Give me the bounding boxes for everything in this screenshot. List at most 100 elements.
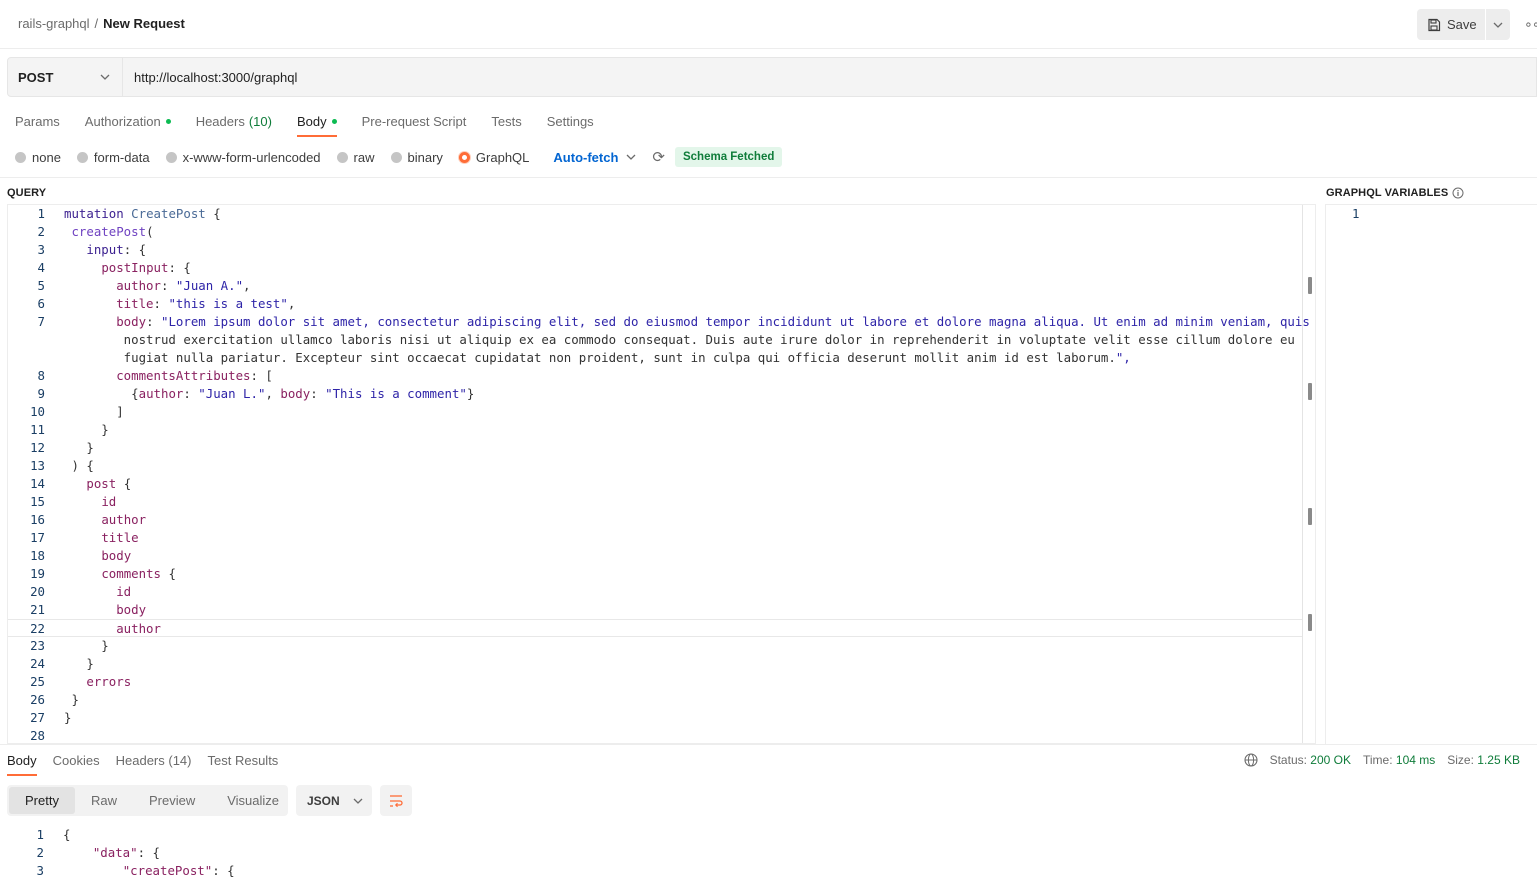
size-value: 1.25 KB — [1477, 753, 1520, 767]
code-line: fugiat nulla pariatur. Excepteur sint oc… — [8, 349, 1303, 367]
view-preview-button[interactable]: Preview — [133, 787, 211, 814]
code-text: author — [101, 512, 147, 527]
radio-binary[interactable]: binary — [390, 150, 443, 165]
breadcrumb-separator: / — [94, 16, 99, 31]
line-number: 17 — [30, 530, 45, 545]
query-editor[interactable]: 1 mutation CreatePost {2 createPost(3 inp… — [7, 204, 1316, 744]
editor-scrollbar[interactable] — [1302, 205, 1315, 743]
status-value: 200 OK — [1310, 753, 1351, 767]
response-tab-body[interactable]: Body — [7, 753, 37, 776]
request-name[interactable]: New Request — [103, 16, 185, 31]
info-icon[interactable] — [1452, 187, 1464, 199]
scroll-marker — [1308, 383, 1312, 400]
save-options-button[interactable] — [1486, 9, 1510, 40]
breadcrumb-collection[interactable]: rails-graphql — [18, 16, 90, 31]
tab-body[interactable]: Body — [296, 113, 337, 137]
response-tab-headers[interactable]: Headers (14) — [116, 753, 192, 768]
line-number: 23 — [30, 638, 45, 653]
code-text: ] — [64, 404, 124, 419]
radio-circle — [76, 151, 88, 163]
radio-none[interactable]: none — [15, 150, 61, 165]
time-value: 104 ms — [1395, 753, 1436, 767]
refresh-icon[interactable]: ⟳ — [652, 148, 665, 166]
view-pretty-button[interactable]: Pretty — [9, 787, 75, 814]
tab-label: Authorization — [84, 113, 161, 129]
globe-icon[interactable] — [1244, 753, 1258, 767]
status-info[interactable]: Status: 200 OK — [1270, 753, 1351, 767]
modified-dot — [165, 118, 171, 124]
more-options-icon[interactable]: ∘∘ — [1524, 16, 1537, 33]
code-line: 14 post { — [8, 475, 1303, 493]
tab-params[interactable]: Params — [15, 113, 60, 129]
code-line: 22 author — [8, 619, 1303, 637]
wrap-lines-button[interactable] — [380, 785, 412, 816]
code-line: 8 commentsAttributes: [ — [8, 367, 1303, 385]
scroll-marker — [1308, 277, 1312, 294]
format-select[interactable]: JSON — [296, 785, 372, 816]
url-bar: POST http://localhost:3000/graphql — [7, 57, 1537, 97]
code-text: } — [64, 440, 94, 455]
code-text: } — [64, 710, 72, 725]
code-text: } — [64, 692, 79, 707]
size-info[interactable]: Size: 1.25 KB — [1447, 753, 1520, 767]
code-line: 16 author — [8, 511, 1303, 529]
code-line: 25 errors — [8, 673, 1303, 691]
code-line: 5 author: "Juan A.", — [8, 277, 1303, 295]
tab-authorization[interactable]: Authorization — [85, 113, 171, 129]
response-tab-cookies[interactable]: Cookies — [53, 753, 100, 768]
autofetch-label: Auto-fetch — [553, 149, 619, 165]
radio-label: x-www-form-urlencoded — [182, 149, 321, 165]
view-visualize-button[interactable]: Visualize — [211, 787, 295, 814]
scroll-marker — [1308, 508, 1312, 525]
save-button[interactable]: Save — [1417, 9, 1485, 40]
line-number: 25 — [30, 674, 45, 689]
radio-x-www-form-urlencoded[interactable]: x-www-form-urlencoded — [165, 149, 321, 165]
view-raw-button[interactable]: Raw — [75, 787, 133, 814]
autofetch-dropdown[interactable]: Auto-fetch — [553, 150, 636, 165]
code-line: 26 } — [8, 691, 1303, 709]
radio-raw[interactable]: raw — [336, 150, 375, 165]
code-text: } — [64, 638, 109, 653]
tab-pre-request-script[interactable]: Pre-request Script — [362, 113, 467, 129]
code-text: { — [63, 827, 71, 842]
line-number: 20 — [30, 584, 45, 599]
line-number: 14 — [30, 476, 45, 491]
url-input[interactable]: http://localhost:3000/graphql — [123, 58, 297, 96]
tab-settings[interactable]: Settings — [547, 113, 594, 129]
variables-label: GRAPHQL VARIABLES — [1326, 187, 1449, 199]
radio-circle — [336, 151, 348, 163]
code-line: 10 ] — [8, 403, 1303, 421]
code-line: 1{ — [7, 826, 1302, 844]
line-number: 6 — [37, 296, 45, 311]
tab-label: Headers — [115, 753, 165, 768]
response-tab-test-results[interactable]: Test Results — [208, 753, 279, 768]
modified-dot — [331, 118, 337, 124]
variables-editor[interactable]: 1 — [1325, 204, 1537, 744]
chevron-down-icon — [353, 798, 363, 804]
response-body[interactable]: 1{2 "data": {3 "createPost": { — [7, 826, 1537, 881]
line-number: 22 — [30, 621, 45, 636]
time-info[interactable]: Time: 104 ms — [1363, 753, 1435, 767]
tab-tests[interactable]: Tests — [491, 113, 521, 129]
code-text: "createPost": { — [122, 863, 235, 878]
tab-label: Params — [15, 113, 60, 129]
radio-label: none — [32, 149, 61, 165]
code-text: postInput: { — [101, 260, 191, 275]
code-line: 19 comments { — [8, 565, 1303, 583]
line-number: 4 — [37, 260, 45, 275]
code-line: 27} — [8, 709, 1303, 727]
line-number: 12 — [30, 440, 45, 455]
code-text: body — [101, 548, 132, 563]
tab-headers[interactable]: Headers (10) — [196, 113, 272, 129]
method-select[interactable]: POST — [8, 58, 123, 96]
headers-count: (10) — [248, 113, 272, 129]
save-label: Save — [1447, 17, 1477, 32]
line-number: 1 — [1352, 206, 1360, 221]
line-number: 13 — [30, 458, 45, 473]
top-bar: rails-graphql / New Request Save ∘∘ — [0, 0, 1537, 49]
format-label: JSON — [307, 793, 340, 808]
code-text: id — [116, 584, 132, 599]
radio-graphql[interactable]: GraphQL — [458, 150, 529, 165]
code-text: createPost( — [71, 224, 154, 239]
radio-form-data[interactable]: form-data — [76, 150, 150, 165]
